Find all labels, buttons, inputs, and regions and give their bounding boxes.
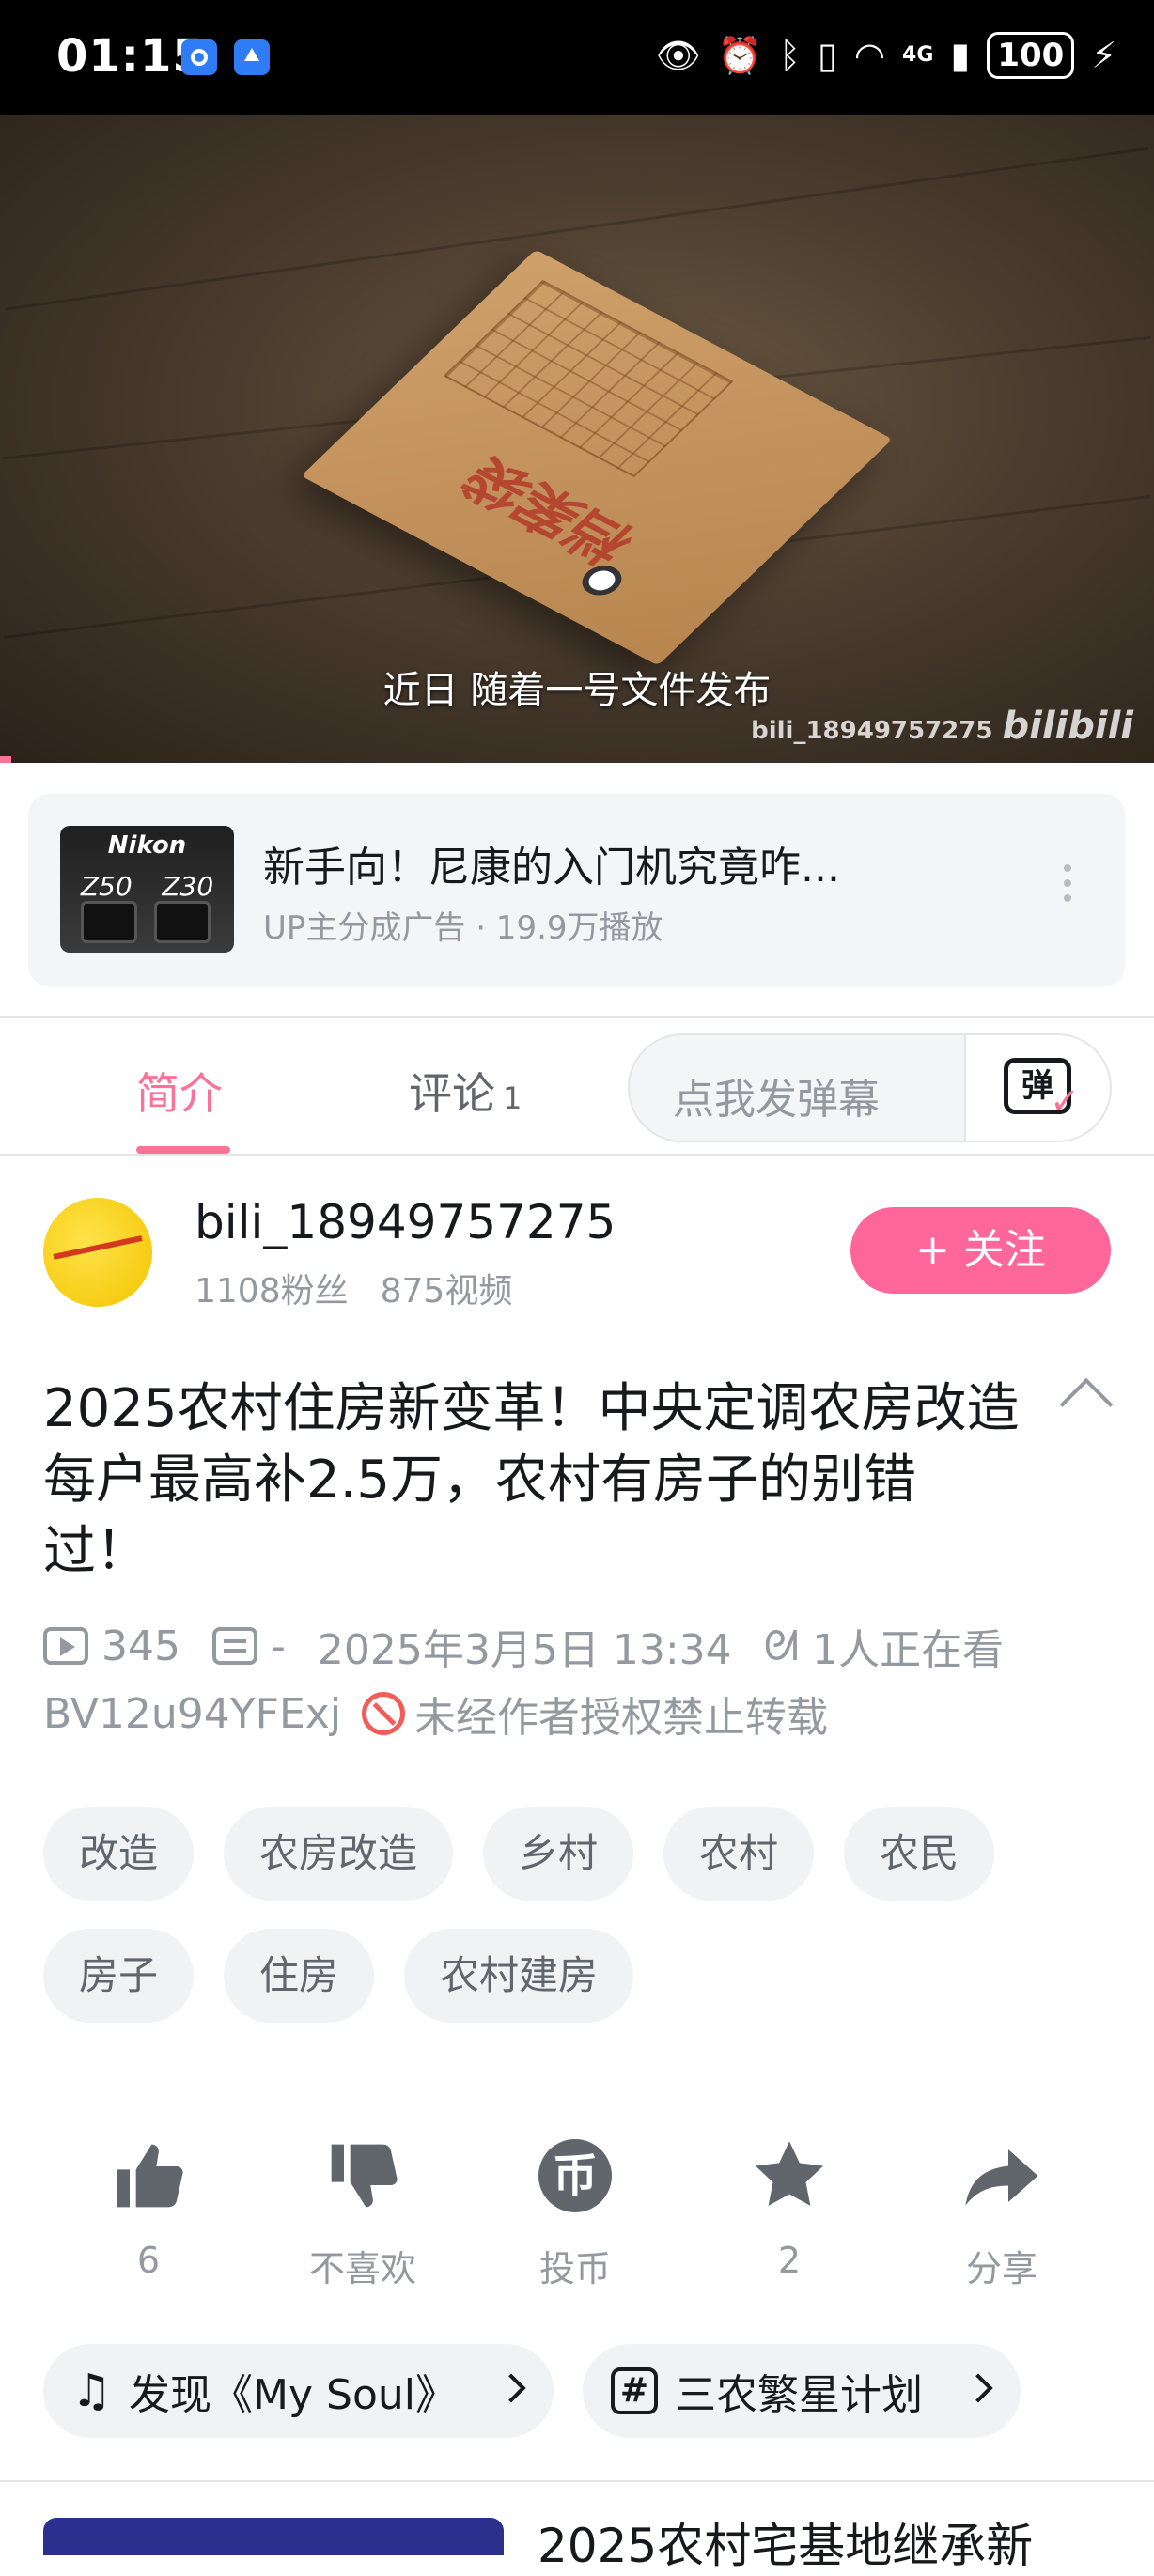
tag-chip[interactable]: 农村建房: [404, 1929, 634, 2023]
status-icons: 👁 ⏰ ᛒ ▯ ◠ 4G ▮ 100 ⚡: [656, 32, 1116, 79]
danmaku-icon: 弹: [1004, 1058, 1080, 1125]
watermark-user: bili_18949757275: [751, 717, 993, 745]
action-bar: 6 不喜欢 币 投币 2 分享: [0, 2133, 1154, 2302]
tag-chip[interactable]: 农民: [844, 1807, 995, 1901]
charging-icon: ⚡: [1091, 35, 1116, 76]
tab-bar: 简介 评论 1 点我发弹幕 弹: [0, 1016, 1154, 1156]
upload-icon: [234, 39, 270, 75]
wifi-icon: ◠: [853, 35, 886, 76]
star-icon: [695, 2133, 883, 2219]
tag-list: 改造 农房改造 乡村 农村 农民 房子 住房 农村建房: [43, 1807, 1115, 2023]
thumbs-down-icon: [269, 2133, 457, 2219]
comment-count: 1: [503, 1080, 522, 1116]
topic-chip-label: 三农繁星计划: [675, 2371, 923, 2419]
ad-thumbnail[interactable]: Nikon Z50 Z30: [60, 826, 234, 953]
collapse-icon[interactable]: [1059, 1377, 1114, 1432]
tag-chip[interactable]: 乡村: [483, 1807, 634, 1901]
like-button[interactable]: 6: [55, 2133, 242, 2281]
bvid[interactable]: BV12u94YFExj: [43, 1690, 341, 1738]
tag-chip[interactable]: 房子: [43, 1929, 195, 2023]
favorite-button[interactable]: 2: [695, 2133, 883, 2281]
tag-chip[interactable]: 住房: [224, 1929, 375, 2023]
tag-chip[interactable]: 农村: [663, 1807, 815, 1901]
network-type: 4G: [902, 43, 934, 67]
hashtag-icon: #: [611, 2367, 658, 2414]
dislike-button[interactable]: 不喜欢: [269, 2133, 457, 2291]
section-divider: [0, 2480, 1154, 2482]
favorite-count: 2: [777, 2240, 802, 2281]
coin-button[interactable]: 币 投币: [481, 2133, 669, 2291]
publish-date: 2025年3月5日 13:34: [317, 1626, 732, 1674]
viewers-icon: ᘛ: [763, 1622, 800, 1670]
watching-count: 1人正在看: [812, 1626, 1005, 1674]
tab-intro[interactable]: 简介: [136, 1060, 223, 1122]
copyright-notice: 未经作者授权禁止转载: [414, 1694, 829, 1742]
alarm-icon: ⏰: [717, 35, 763, 76]
bilibili-logo: bilibili: [1002, 705, 1133, 748]
camera-image: [154, 901, 211, 943]
video-meta-2: BV12u94YFExj 未经作者授权禁止转载: [43, 1684, 828, 1744]
more-options-icon[interactable]: [1064, 864, 1073, 902]
dislike-label: 不喜欢: [308, 2248, 416, 2289]
play-count-icon: [43, 1627, 88, 1665]
vibrate-icon: ▯: [817, 35, 837, 76]
eye-icon: 👁: [655, 35, 701, 76]
chevron-right-icon: [963, 2373, 993, 2403]
ad-thumb-models: Z50 Z30: [66, 871, 228, 902]
follow-button[interactable]: + 关注: [850, 1207, 1111, 1294]
danmaku-placeholder: 点我发弹幕: [673, 1076, 880, 1124]
video-title: 2025农村住房新变革！中央定调农房改造每户最高补2.5万，农村有房子的别错过！: [43, 1378, 1020, 1582]
video-meta: 345 - 2025年3月5日 13:34 ᘛ 1人正在看: [43, 1616, 1004, 1676]
related-video-thumbnail[interactable]: [43, 2518, 504, 2555]
chevron-right-icon: [496, 2373, 526, 2403]
app-notification-icon: [181, 39, 217, 75]
share-button[interactable]: 分享: [908, 2133, 1096, 2291]
active-tab-indicator: [136, 1146, 230, 1154]
video-player[interactable]: 档案袋 近日 随着一号文件发布 bili_18949757275 bilibili: [0, 115, 1154, 763]
like-count: 6: [136, 2240, 161, 2281]
video-progress-bar[interactable]: [0, 756, 11, 763]
fans-count: 1108粉丝: [195, 1272, 349, 1311]
uploader-name[interactable]: bili_18949757275: [195, 1195, 616, 1249]
music-chip-label: 发现《My Soul》: [129, 2371, 457, 2419]
no-repost-icon: [362, 1692, 406, 1735]
ad-subtitle: UP主分成广告 · 19.9万播放: [263, 909, 663, 947]
tag-chip[interactable]: 改造: [43, 1807, 195, 1901]
play-count: 345: [101, 1622, 180, 1670]
video-watermark: bili_18949757275 bilibili: [751, 705, 1133, 748]
topic-chip[interactable]: # 三农繁星计划: [583, 2344, 1021, 2438]
video-count: 875视频: [380, 1272, 513, 1311]
ad-thumb-model: Z30: [162, 871, 214, 902]
tab-comments[interactable]: 评论 1: [409, 1060, 522, 1122]
danmaku-toggle-button[interactable]: 弹: [964, 1035, 1110, 1141]
tag-chip[interactable]: 农房改造: [224, 1807, 454, 1901]
music-chip[interactable]: ♫ 发现《My Soul》: [43, 2344, 554, 2438]
thumbs-up-icon: [55, 2133, 242, 2219]
video-frame-document: 档案袋: [301, 249, 893, 666]
danmaku-input[interactable]: 点我发弹幕 弹: [628, 1033, 1112, 1142]
battery-icon: 100: [987, 32, 1075, 79]
ad-title[interactable]: 新手向！尼康的入门机究竟咋...: [263, 833, 840, 893]
share-icon: [908, 2133, 1096, 2219]
bluetooth-icon: ᛒ: [779, 35, 801, 76]
danmaku-count-icon: [211, 1627, 257, 1665]
avatar[interactable]: [43, 1198, 152, 1307]
ad-thumb-model: Z50: [80, 871, 133, 902]
status-bar: 01:15 👁 ⏰ ᛒ ▯ ◠ 4G ▮ 100 ⚡: [0, 0, 1154, 115]
ad-thumb-brand: Nikon: [107, 831, 187, 860]
camera-image: [81, 901, 137, 943]
related-video-title[interactable]: 2025农村宅基地继承新: [538, 2508, 1033, 2576]
coin-icon: 币: [538, 2139, 612, 2212]
uploader-stats: 1108粉丝 875视频: [195, 1264, 544, 1312]
danmaku-count: -: [270, 1622, 286, 1670]
share-label: 分享: [965, 2248, 1037, 2289]
signal-icon: ▮: [950, 35, 971, 76]
coin-label: 投币: [538, 2248, 611, 2289]
ad-card[interactable]: Nikon Z50 Z30 新手向！尼康的入门机究竟咋... UP主分成广告 ·…: [28, 794, 1125, 986]
document-grid: [443, 279, 734, 478]
music-note-icon: ♫: [71, 2365, 113, 2417]
